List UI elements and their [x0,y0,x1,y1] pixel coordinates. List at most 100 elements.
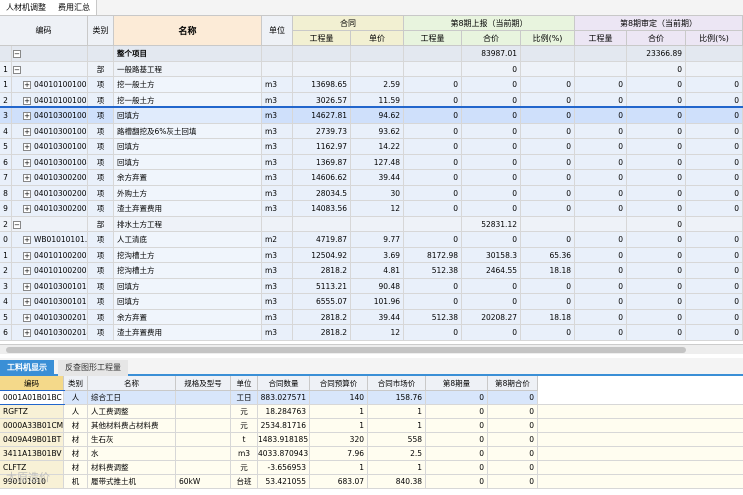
material-cell[interactable]: 0409A49B01BT [0,433,64,446]
cell-a1[interactable]: 20208.27 [462,309,521,324]
expand-toggle-icon[interactable]: + [23,81,31,89]
expand-toggle-icon[interactable]: + [23,298,31,306]
material-cell[interactable]: 53.421055 [258,475,310,488]
cell-q1[interactable] [404,46,462,61]
material-cell[interactable]: 18.284763 [258,405,310,418]
cell-qty[interactable]: 13698.65 [293,77,351,92]
material-row[interactable]: RGFTZ 人人工费调整元 18.284763 1 1 0 0 [0,405,743,419]
item-row[interactable]: 5 +040103001003 项回填方 m3 1162.97 14.22 0 0 0 0 0 0 [0,139,743,155]
material-cell[interactable]: 2.5 [368,447,426,460]
expand-toggle-icon[interactable]: + [23,282,31,291]
cell-price[interactable]: 90.48 [351,278,404,293]
tab-material-display[interactable]: 工料机显示 [0,360,54,376]
cell-qty[interactable]: 5113.21 [293,278,351,293]
header-type[interactable]: 类别 [88,16,114,46]
tab-reverse-lookup[interactable]: 反查图形工程量 [58,360,128,376]
expand-toggle-icon[interactable]: + [23,127,31,136]
cell-a2[interactable]: 0 [627,92,686,107]
cell-price[interactable]: 101.96 [351,294,404,309]
cell-name[interactable]: 回填方 [114,278,262,293]
cell-name[interactable]: 挖沟槽土方 [114,247,262,262]
cell-name[interactable]: 回填方 [114,294,262,309]
cell-qty[interactable]: 14606.62 [293,170,351,185]
cell-a2[interactable]: 0 [627,232,686,247]
cell-q1[interactable]: 0 [404,232,462,247]
cell-a2[interactable]: 0 [627,247,686,262]
material-cell[interactable]: 工日 [231,391,258,404]
cell-r1[interactable]: 0 [521,325,575,340]
cell-q2[interactable]: 0 [575,77,627,92]
material-cell[interactable]: RGFTZ [0,405,64,418]
cell-name[interactable]: 回填方 [114,108,262,123]
header-name[interactable]: 名称 [114,16,262,46]
cell-unit[interactable]: m3 [262,309,293,324]
cell-code[interactable]: +040101001002 [12,92,88,107]
cell-unit[interactable]: m3 [262,325,293,340]
cell-a1[interactable]: 0 [462,77,521,92]
cell-a2[interactable]: 0 [627,309,686,324]
material-cell[interactable] [176,405,231,418]
cell-price[interactable]: 127.48 [351,154,404,169]
cell-unit[interactable]: m3 [262,278,293,293]
cell-r2[interactable]: 0 [686,185,743,200]
cell-a2[interactable]: 0 [627,294,686,309]
material-cell[interactable]: 材 [64,447,88,460]
cell-name[interactable]: 外购土方 [114,185,262,200]
cell-a2[interactable]: 0 [627,170,686,185]
cell-q1[interactable]: 0 [404,170,462,185]
cell-name[interactable]: 整个项目 [114,46,262,61]
cell-q2[interactable]: 0 [575,325,627,340]
header-report-ratio[interactable]: 比例(%) [521,31,575,46]
material-cell[interactable]: 0 [426,461,488,474]
expand-toggle-icon[interactable]: + [23,112,31,120]
cell-unit[interactable]: m3 [262,185,293,200]
cell-name[interactable]: 挖一般土方 [114,77,262,92]
material-cell[interactable]: 683.07 [310,475,368,488]
material-cell[interactable]: 元 [231,405,258,418]
material-cell[interactable]: 材料费调整 [88,461,176,474]
cell-price[interactable]: 14.22 [351,139,404,154]
cell-r1[interactable]: 0 [521,154,575,169]
cell-unit[interactable]: m3 [262,108,293,123]
cell-code[interactable]: +040103001003 [12,139,88,154]
item-row[interactable]: 0 + WB01010101… 项人工清底 m2 4719.87 9.77 0 0 0 0 0 0 [0,232,743,248]
expand-toggle-icon[interactable]: + [23,251,31,260]
material-row[interactable]: CLFTZ 材材料费调整元 -3.656953 1 1 0 0 [0,461,743,475]
cell-r2[interactable]: 0 [686,294,743,309]
cell-unit[interactable]: m3 [262,123,293,138]
group-row[interactable]: 1− 部一般路基工程 0 0 [0,61,743,77]
material-row[interactable]: 0409A49B01BT 材生石灰 t 1483.918185 320 558 0 0 [0,433,743,447]
material-cell[interactable]: 机 [64,475,88,488]
cell-price[interactable]: 39.44 [351,170,404,185]
item-row[interactable]: 1 +040101002001 项挖沟槽土方 m3 12504.92 3.69 8172.9… [0,247,743,263]
material-cell[interactable]: 60kW [176,475,231,488]
material-cell[interactable]: -3.656953 [258,461,310,474]
cell-qty[interactable]: 1369.87 [293,154,351,169]
material-header-cell[interactable]: 合同预算价 [310,376,368,391]
cell-r2[interactable] [686,46,743,61]
cell-unit[interactable] [262,61,293,76]
cell-r1[interactable]: 0 [521,185,575,200]
cell-r1[interactable]: 0 [521,92,575,107]
cell-q1[interactable] [404,61,462,76]
cell-qty[interactable]: 3026.57 [293,92,351,107]
cell-code[interactable]: +040103002006 [12,201,88,216]
header-approve-amount[interactable]: 合价 [627,31,686,46]
cell-name[interactable]: 挖一般土方 [114,92,262,107]
cell-r2[interactable] [686,216,743,231]
cell-r2[interactable]: 0 [686,108,743,123]
cell-qty[interactable]: 12504.92 [293,247,351,262]
cell-q1[interactable]: 0 [404,294,462,309]
item-row[interactable]: 6 +040103001004 项回填方 m3 1369.87 127.48 0 0 0 0 0 0 [0,154,743,170]
material-cell[interactable]: 1 [368,461,426,474]
material-cell[interactable]: 558 [368,433,426,446]
cell-q2[interactable]: 0 [575,170,627,185]
material-cell[interactable]: 生石灰 [88,433,176,446]
cell-unit[interactable] [262,46,293,61]
cell-qty[interactable]: 2739.73 [293,123,351,138]
cell-r1[interactable]: 18.18 [521,263,575,278]
cell-q2[interactable] [575,46,627,61]
cell-a1[interactable]: 0 [462,201,521,216]
cell-q2[interactable]: 0 [575,201,627,216]
cell-q1[interactable] [404,216,462,231]
